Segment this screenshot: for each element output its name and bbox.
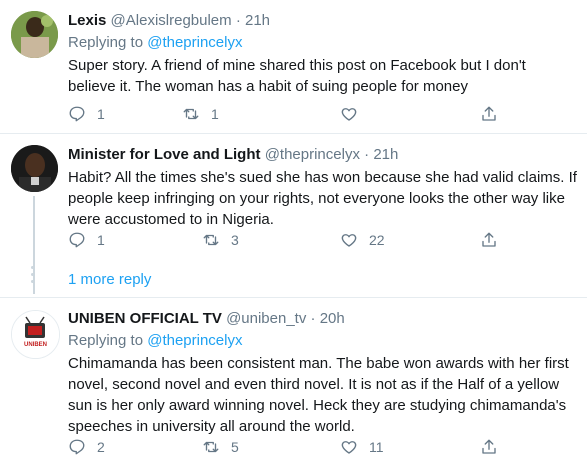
thread-dots [31,266,34,287]
separator-dot: · [235,12,241,29]
author-handle[interactable]: @theprincelyx [265,146,360,163]
share-button[interactable] [480,105,498,123]
like-count: 11 [369,439,384,455]
timestamp[interactable]: 20h [320,310,345,327]
reply-button[interactable]: 1 [68,231,105,249]
share-button[interactable] [480,438,498,456]
share-button[interactable] [480,231,498,249]
author-name[interactable]: Minister for Love and Light [68,146,261,163]
share-icon [482,106,496,121]
retweet-button[interactable]: 3 [202,231,239,249]
reply-count: 2 [97,439,105,455]
avatar[interactable] [11,11,58,58]
heart-icon [341,108,357,121]
retweet-count: 5 [231,439,239,455]
like-count: 22 [369,232,385,248]
replying-to: Replying to @theprincelyx [68,33,577,53]
reply-count: 1 [97,232,105,248]
author-name[interactable]: UNIBEN OFFICIAL TV [68,310,222,327]
tweet-3[interactable]: UNIBEN UNIBEN OFFICIAL TV @uniben_tv · 2… [0,298,587,467]
reply-button[interactable]: 1 [68,105,105,123]
timestamp[interactable]: 21h [373,146,398,163]
tweet-1[interactable]: Lexis @Alexislregbulem · 21h Replying to… [0,0,587,134]
replying-to-link[interactable]: @theprincelyx [147,34,242,51]
tweet-text: Habit? All the times she's sued she has … [68,169,577,228]
avatar-logo-text: UNIBEN [24,342,47,348]
retweet-count: 3 [231,232,239,248]
avatar[interactable] [11,145,58,192]
timestamp[interactable]: 21h [245,12,270,29]
reply-button[interactable]: 2 [68,438,105,456]
reply-icon [69,232,85,248]
share-icon [482,232,496,247]
like-button[interactable]: 22 [340,231,385,249]
like-button[interactable]: 11 [340,438,384,456]
reply-count: 1 [97,106,105,122]
retweet-button[interactable]: 5 [202,438,239,456]
heart-icon [341,441,357,454]
separator-dot: · [364,146,370,163]
replying-to: Replying to @theprincelyx [68,331,577,351]
retweet-button[interactable]: 1 [182,105,219,123]
replying-to-link[interactable]: @theprincelyx [147,332,242,349]
more-reply-link[interactable]: 1 more reply [68,271,151,288]
author-handle[interactable]: @Alexislregbulem [111,12,232,29]
retweet-icon [183,108,199,120]
like-button[interactable] [340,105,369,123]
retweet-icon [203,234,219,246]
replying-label: Replying to [68,332,144,349]
tweet-2[interactable]: Minister for Love and Light @theprincely… [0,134,587,294]
share-icon [482,439,496,454]
author-handle[interactable]: @uniben_tv [226,310,306,327]
tweet-text: Chimamanda has been consistent man. The … [68,355,569,435]
tweet-text: Super story. A friend of mine shared thi… [68,57,526,95]
author-name[interactable]: Lexis [68,12,106,29]
reply-icon [69,439,85,455]
separator-dot: · [310,310,316,327]
avatar[interactable]: UNIBEN [11,310,60,359]
retweet-count: 1 [211,106,219,122]
heart-icon [341,234,357,247]
replying-label: Replying to [68,34,144,51]
retweet-icon [203,441,219,453]
reply-icon [69,106,85,122]
